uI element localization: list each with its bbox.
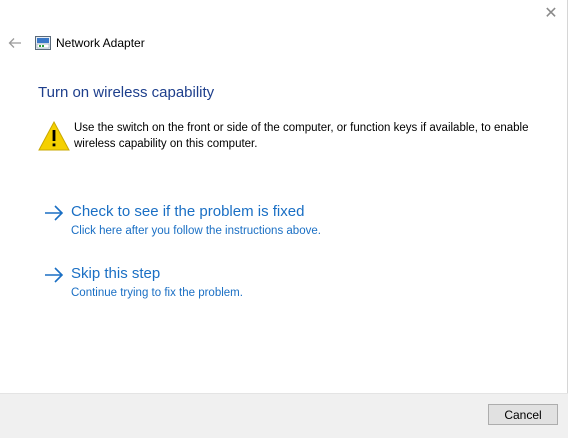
back-arrow-icon (8, 38, 21, 48)
warning-icon (38, 120, 70, 151)
right-arrow-icon (45, 267, 64, 283)
cancel-button[interactable]: Cancel (488, 404, 558, 425)
option-check-fixed[interactable]: Check to see if the problem is fixed Cli… (44, 202, 321, 239)
back-button[interactable] (6, 34, 24, 52)
warning-message: Use the switch on the front or side of t… (38, 120, 558, 152)
nav-bar: Network Adapter (6, 33, 145, 53)
network-adapter-icon (35, 36, 51, 50)
option-title[interactable]: Skip this step (71, 264, 243, 284)
app-title: Network Adapter (56, 36, 145, 50)
warning-text: Use the switch on the front or side of t… (74, 122, 529, 150)
option-subtitle[interactable]: Click here after you follow the instruct… (71, 223, 321, 239)
footer-bar: Cancel (0, 393, 568, 438)
page-title: Turn on wireless capability (38, 84, 215, 101)
troubleshooter-window: ✕ Network Adapter Turn on wireless capab… (0, 0, 568, 438)
option-skip-step[interactable]: Skip this step Continue trying to fix th… (44, 264, 243, 301)
right-arrow-icon (45, 205, 64, 221)
option-subtitle[interactable]: Continue trying to fix the problem. (71, 285, 243, 301)
option-title[interactable]: Check to see if the problem is fixed (71, 202, 321, 222)
close-icon[interactable]: ✕ (541, 4, 561, 24)
